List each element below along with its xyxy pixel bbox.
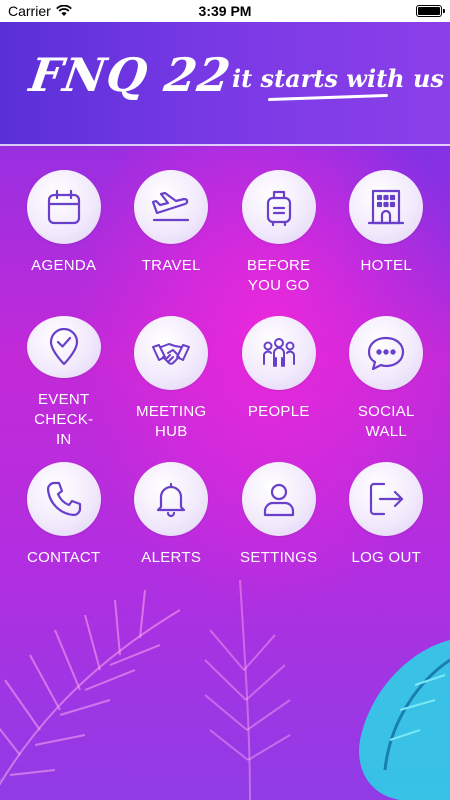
menu-item-label: CONTACT (27, 549, 101, 566)
logout-icon (370, 482, 404, 516)
event-logo: FNQ 22 (26, 48, 235, 102)
app-screen: Carrier 3:39 PM FNQ 22 it starts with us (0, 0, 450, 800)
menu-item-label: EVENT CHECK- IN (34, 391, 94, 448)
menu-item-people[interactable]: PEOPLE (225, 316, 333, 450)
menu-item-contact[interactable]: CONTACT (10, 462, 118, 596)
menu-icon-circle (134, 462, 209, 536)
location-check-icon (49, 327, 78, 366)
handshake-icon (152, 343, 191, 365)
menu-icon-circle (241, 170, 316, 244)
menu-item-log-out[interactable]: LOG OUT (333, 462, 441, 596)
app-header: FNQ 22 it starts with us (0, 22, 450, 146)
menu-icon-circle (241, 316, 316, 390)
menu-item-before-you-go[interactable]: BEFORE YOU GO (225, 170, 333, 304)
status-left: Carrier (8, 3, 72, 19)
menu-icon-circle (349, 462, 424, 536)
bell-icon (157, 482, 186, 518)
menu-item-label: PEOPLE (247, 403, 310, 420)
menu-item-agenda[interactable]: AGENDA (10, 170, 118, 304)
status-bar: Carrier 3:39 PM (0, 0, 450, 22)
menu-item-label: BEFORE YOU GO (247, 257, 311, 294)
menu-item-travel[interactable]: TRAVEL (118, 170, 226, 304)
menu-item-label: SETTINGS (240, 549, 318, 566)
tropical-leaf-decoration (359, 640, 450, 800)
menu-icon-circle (134, 170, 209, 244)
people-icon (262, 338, 295, 367)
menu-icon-circle (241, 462, 316, 536)
main-menu-grid: AGENDA TRAVEL BEFORE YOU GO HOTEL EVENT … (10, 170, 440, 596)
menu-item-label: TRAVEL (141, 257, 201, 274)
tagline-underline (267, 93, 389, 102)
phone-icon (46, 481, 81, 517)
airplane-icon (152, 191, 190, 222)
battery-icon (416, 5, 445, 17)
menu-item-label: ALERTS (141, 549, 202, 566)
event-tagline: it starts with us (232, 64, 444, 93)
menu-item-event-check-in[interactable]: EVENT CHECK- IN (10, 316, 118, 450)
menu-item-label: LOG OUT (351, 549, 422, 566)
hotel-icon (368, 189, 405, 225)
palm-leaf-decoration (204, 579, 291, 800)
wifi-icon (55, 5, 72, 16)
menu-item-hotel[interactable]: HOTEL (333, 170, 441, 304)
menu-icon-circle (349, 316, 424, 390)
menu-item-social-wall[interactable]: SOCIAL WALL (333, 316, 441, 450)
carrier-label: Carrier (8, 3, 51, 19)
menu-item-alerts[interactable]: ALERTS (118, 462, 226, 596)
menu-item-label: MEETING HUB (136, 403, 207, 440)
calendar-icon (47, 189, 80, 225)
menu-item-label: AGENDA (31, 257, 97, 274)
luggage-icon (266, 190, 291, 227)
menu-icon-circle (26, 462, 101, 536)
user-icon (263, 483, 294, 517)
menu-item-label: HOTEL (360, 257, 412, 274)
menu-icon-circle (134, 316, 209, 390)
menu-item-label: SOCIAL WALL (357, 403, 415, 440)
menu-icon-circle (26, 316, 101, 378)
menu-icon-circle (26, 170, 101, 244)
menu-item-meeting-hub[interactable]: MEETING HUB (118, 316, 226, 450)
chat-bubble-icon (368, 336, 405, 371)
menu-icon-circle (349, 170, 424, 244)
menu-item-settings[interactable]: SETTINGS (225, 462, 333, 596)
